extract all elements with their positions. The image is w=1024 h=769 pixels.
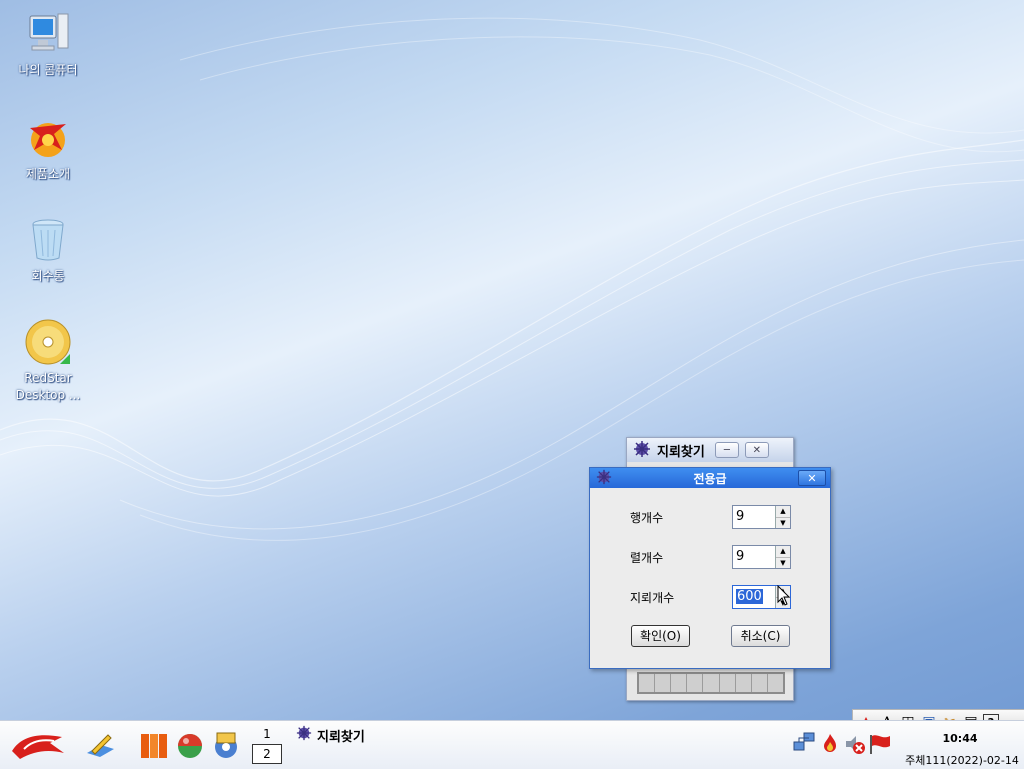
desktop-icon-trash[interactable]: 회수통 bbox=[0, 216, 96, 285]
workspace-pager: 1 2 bbox=[252, 724, 282, 766]
clock[interactable]: 10:44 bbox=[930, 732, 990, 745]
desktop-icon-product-intro[interactable]: 제품소개 bbox=[0, 114, 96, 183]
media-player-icon[interactable] bbox=[210, 729, 242, 761]
redstar-icon bbox=[24, 114, 72, 162]
ok-button[interactable]: 확인(O) bbox=[631, 625, 690, 647]
mines-value[interactable]: 600 bbox=[736, 589, 763, 604]
redstar-menu-icon[interactable] bbox=[10, 729, 68, 761]
columns-spinbox[interactable]: 9 ▲ ▼ bbox=[732, 545, 791, 569]
flame-icon[interactable] bbox=[820, 732, 844, 756]
wallpaper bbox=[0, 17, 1024, 541]
dialog-close-button[interactable]: ✕ bbox=[798, 470, 826, 486]
desktop-icon-redstar-desktop[interactable]: RedStar Desktop ... bbox=[0, 318, 96, 404]
workspace-1[interactable]: 1 bbox=[252, 724, 282, 744]
date: 주체111(2022)-02-14 bbox=[905, 754, 1019, 767]
office-icon[interactable] bbox=[138, 729, 170, 761]
cd-icon bbox=[24, 318, 72, 366]
browser-icon[interactable] bbox=[174, 729, 206, 761]
mine-icon bbox=[596, 469, 612, 488]
columns-value[interactable]: 9 bbox=[733, 546, 775, 568]
workspace-2[interactable]: 2 bbox=[252, 744, 282, 764]
dialog-titlebar[interactable]: 전용급 ✕ bbox=[590, 468, 830, 488]
mouse-cursor-icon bbox=[777, 585, 791, 606]
minefield-row[interactable] bbox=[637, 672, 785, 694]
rows-value[interactable]: 9 bbox=[733, 506, 775, 528]
editor-icon[interactable] bbox=[84, 729, 116, 761]
computer-icon bbox=[24, 10, 72, 58]
task-title: 지뢰찾기 bbox=[317, 729, 365, 745]
columns-down-arrow-icon[interactable]: ▼ bbox=[776, 557, 790, 568]
minimize-button[interactable]: ─ bbox=[714, 442, 739, 458]
flag-icon[interactable] bbox=[868, 732, 892, 756]
minesweeper-titlebar[interactable]: 지뢰찾기 ─ ✕ bbox=[627, 438, 793, 462]
cancel-button[interactable]: 취소(C) bbox=[731, 625, 790, 647]
mines-field: 지뢰개수 600 ▲▼ bbox=[630, 585, 791, 609]
rows-up-arrow-icon[interactable]: ▲ bbox=[776, 506, 790, 518]
minesweeper-title: 지뢰찾기 bbox=[657, 444, 705, 460]
columns-up-arrow-icon[interactable]: ▲ bbox=[776, 546, 790, 558]
volume-muted-icon[interactable] bbox=[843, 732, 867, 756]
rows-field: 행개수 9 ▲ ▼ bbox=[630, 505, 791, 529]
dialog-title: 전용급 bbox=[693, 471, 727, 486]
mine-icon bbox=[296, 725, 312, 745]
mines-value-wrap[interactable]: 600 bbox=[733, 586, 775, 608]
network-icon[interactable] bbox=[792, 730, 816, 754]
rows-down-arrow-icon[interactable]: ▼ bbox=[776, 517, 790, 528]
columns-label: 렬개수 bbox=[630, 550, 664, 565]
columns-field: 렬개수 9 ▲ ▼ bbox=[630, 545, 791, 569]
rows-label: 행개수 bbox=[630, 510, 664, 525]
mines-label: 지뢰개수 bbox=[630, 590, 675, 605]
mine-icon bbox=[633, 440, 651, 461]
custom-field-dialog: 전용급 ✕ 행개수 9 ▲▼ 렬개수 9 ▲▼ 지뢰개수 600 ▲▼ 확인(O… bbox=[589, 467, 831, 669]
close-button[interactable]: ✕ bbox=[744, 442, 769, 458]
desktop-icon-my-computer[interactable]: 나의 콤퓨터 bbox=[0, 10, 96, 79]
trash-icon bbox=[24, 216, 72, 264]
rows-spinbox[interactable]: 9 ▲ ▼ bbox=[732, 505, 791, 529]
taskbar-task-minesweeper[interactable]: 지뢰찾기 bbox=[296, 725, 365, 745]
